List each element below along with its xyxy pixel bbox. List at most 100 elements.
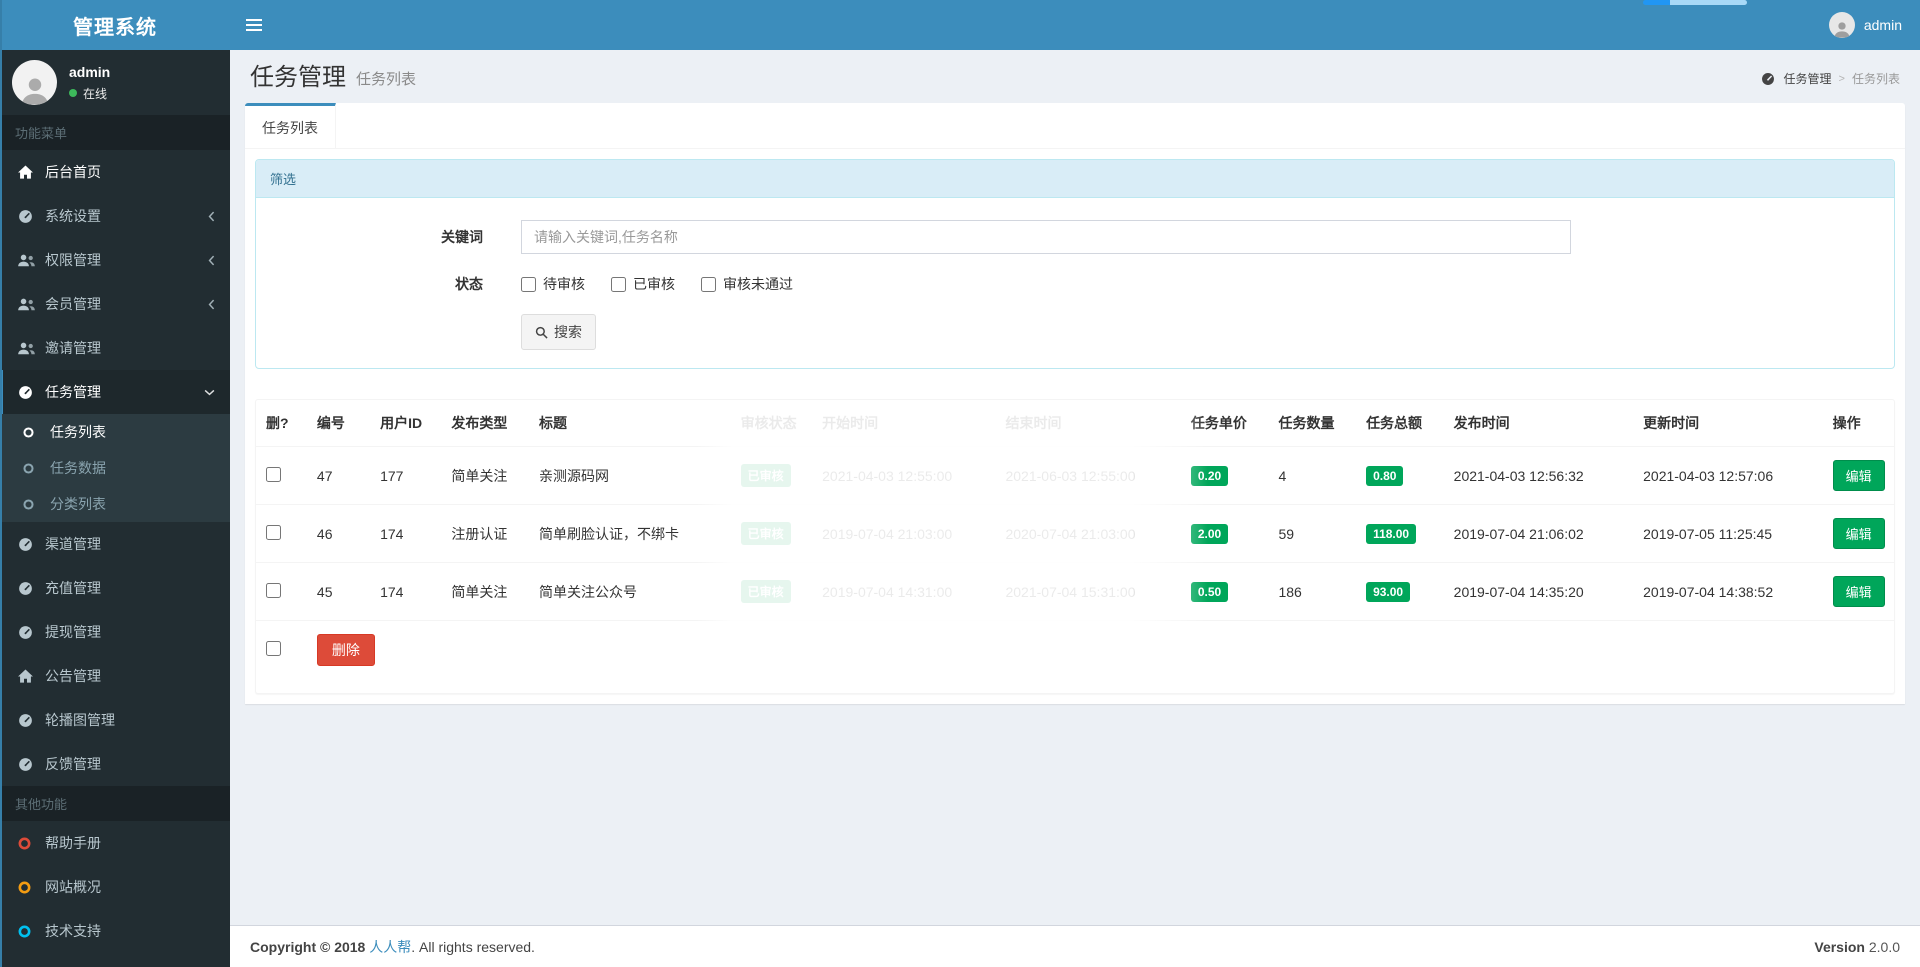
cell-publish-time: 2019-07-04 21:06:02	[1443, 504, 1634, 564]
user-avatar	[12, 60, 57, 105]
sidebar-subitem-分类列表[interactable]: 分类列表	[0, 486, 230, 522]
sidebar-item-充值管理[interactable]: 充值管理	[0, 566, 230, 610]
menu-section-header: 功能菜单	[0, 115, 230, 150]
column-header: 更新时间	[1633, 400, 1823, 448]
status-checkbox[interactable]	[521, 276, 536, 292]
edit-button[interactable]: 编辑	[1832, 460, 1885, 492]
sidebar-item-邀请管理[interactable]: 邀请管理	[0, 326, 230, 370]
sidebar-item-会员管理[interactable]: 会员管理	[0, 282, 230, 326]
search-button[interactable]: 搜索	[521, 314, 596, 351]
sidebar-item-轮播图管理[interactable]: 轮播图管理	[0, 698, 230, 742]
status-option-审核未通过[interactable]: 审核未通过	[701, 274, 793, 294]
navbar-user-menu[interactable]: admin	[1811, 0, 1920, 50]
cell-start-time: 2019-07-04 21:03:00	[812, 504, 996, 564]
table-body: 47 177 简单关注 亲测源码网 已审核 2021-04-03 12:55:00 2021…	[256, 446, 1894, 680]
sidebar-item-公告管理[interactable]: 公告管理	[0, 654, 230, 698]
table-delete-row: 删除	[256, 621, 1894, 680]
cell-start-time: 2019-07-04 14:31:00	[812, 562, 996, 622]
user-status: 在线	[69, 85, 110, 102]
cell-update-time: 2021-04-03 12:57:06	[1633, 446, 1823, 506]
filter-panel-title: 筛选	[256, 160, 1894, 199]
sidebar-subitem-任务列表[interactable]: 任务列表	[0, 414, 230, 450]
cell-id: 47	[306, 446, 371, 506]
tab-task-list[interactable]: 任务列表	[245, 103, 336, 149]
status-option-已审核[interactable]: 已审核	[611, 274, 675, 294]
sidebar-item-渠道管理[interactable]: 渠道管理	[0, 522, 230, 566]
status-checkbox[interactable]	[611, 276, 626, 292]
footer: Copyright © 2018 人人帮. All rights reserve…	[230, 925, 1920, 967]
sidebar-item-提现管理[interactable]: 提现管理	[0, 610, 230, 654]
circle-o-icon	[18, 881, 45, 894]
delete-button[interactable]: 删除	[316, 634, 375, 667]
viewport-left-accent	[0, 0, 2, 967]
cell-end-time: 2021-07-04 15:31:00	[995, 562, 1181, 622]
price-badge: 0.20	[1190, 465, 1229, 486]
brand-link[interactable]: 人人帮	[369, 939, 411, 955]
cell-count: 59	[1268, 504, 1357, 564]
column-header: 操作	[1822, 400, 1894, 448]
sidebar-item-权限管理[interactable]: 权限管理	[0, 238, 230, 282]
tachometer-icon	[18, 625, 45, 640]
status-label: 状态	[455, 276, 483, 293]
sidebar-item-反馈管理[interactable]: 反馈管理	[0, 742, 230, 786]
breadcrumb-current: 任务列表	[1851, 72, 1900, 87]
sidebar-subitem-任务数据[interactable]: 任务数据	[0, 450, 230, 486]
breadcrumb-parent[interactable]: 任务管理	[1784, 70, 1832, 87]
cell-publish-time: 2021-04-03 12:56:32	[1443, 446, 1634, 506]
cell-id: 45	[306, 562, 371, 622]
table-row: 47 177 简单关注 亲测源码网 已审核 2021-04-03 12:55:00 2021…	[256, 446, 1894, 506]
version-label: Version	[1814, 938, 1865, 955]
table-header-row: 删? 编号 用户ID 发布类型 标题 审核状态 开始时间 结束时间 任务单价 任务数量 任务总额 发布…	[256, 400, 1894, 448]
sidebar-item-技术支持[interactable]: 技术支持	[0, 909, 230, 953]
sidebar-user-panel: admin 在线	[0, 50, 230, 115]
row-checkbox[interactable]	[266, 582, 281, 598]
status-checkbox[interactable]	[701, 276, 716, 292]
version-value: 2.0.0	[1868, 938, 1900, 955]
breadcrumb-separator: >	[1838, 72, 1845, 85]
online-dot-icon	[69, 89, 77, 97]
price-badge: 2.00	[1190, 523, 1229, 544]
status-option-待审核[interactable]: 待审核	[521, 274, 585, 294]
row-checkbox[interactable]	[266, 524, 281, 540]
online-label: 在线	[83, 86, 108, 101]
tachometer-icon	[18, 385, 45, 400]
sidebar-subitem-label: 任务列表	[50, 424, 106, 440]
column-header: 编号	[306, 400, 371, 448]
select-all-checkbox[interactable]	[266, 641, 281, 657]
sidebar-item-后台首页[interactable]: 后台首页	[0, 150, 230, 194]
cell-user-id: 177	[370, 446, 442, 506]
sidebar-toggle-button[interactable]	[230, 0, 278, 50]
sidebar-item-label: 渠道管理	[45, 536, 101, 552]
sidebar-item-帮助手册[interactable]: 帮助手册	[0, 821, 230, 865]
price-badge: 0.50	[1190, 581, 1229, 602]
column-header: 任务总额	[1356, 400, 1444, 448]
cell-end-time: 2021-06-03 12:55:00	[995, 446, 1181, 506]
chevron-left-icon	[208, 299, 215, 310]
sidebar-item-label: 后台首页	[45, 164, 101, 180]
edit-button[interactable]: 编辑	[1832, 518, 1885, 550]
status-badge: 已审核	[740, 464, 791, 488]
app-brand[interactable]: 管理系统	[0, 0, 230, 50]
row-checkbox[interactable]	[266, 466, 281, 482]
column-header: 用户ID	[370, 400, 442, 448]
sidebar-item-任务管理[interactable]: 任务管理	[0, 370, 230, 414]
column-header: 任务数量	[1268, 400, 1357, 448]
sidebar: 管理系统 admin 在线 功能菜单 后台首页 系统设置 权限管理 会员管理 邀请管理任…	[0, 0, 230, 967]
task-table: 删? 编号 用户ID 发布类型 标题 审核状态 开始时间 结束时间 任务单价 任务数量 任务总额 发布…	[256, 400, 1894, 679]
sidebar-item-label: 权限管理	[45, 252, 101, 268]
navbar-username: admin	[1863, 17, 1902, 33]
navbar-avatar-icon	[1828, 12, 1855, 38]
circle-o-icon	[18, 837, 45, 850]
sidebar-item-网站概况[interactable]: 网站概况	[0, 865, 230, 909]
loading-progress-bar	[1643, 0, 1747, 5]
home-icon	[18, 165, 45, 179]
sidebar-item-label: 会员管理	[45, 296, 101, 312]
table-row: 45 174 简单关注 简单关注公众号 已审核 2019-07-04 14:31:00 20…	[256, 562, 1894, 622]
sidebar-other-menu: 帮助手册 网站概况 技术支持	[0, 821, 230, 953]
cell-type: 简单关注	[441, 446, 529, 506]
keyword-input[interactable]	[521, 220, 1571, 255]
chevron-left-icon	[208, 211, 215, 222]
sidebar-item-系统设置[interactable]: 系统设置	[0, 194, 230, 238]
edit-button[interactable]: 编辑	[1832, 576, 1885, 608]
status-badge: 已审核	[740, 522, 791, 546]
